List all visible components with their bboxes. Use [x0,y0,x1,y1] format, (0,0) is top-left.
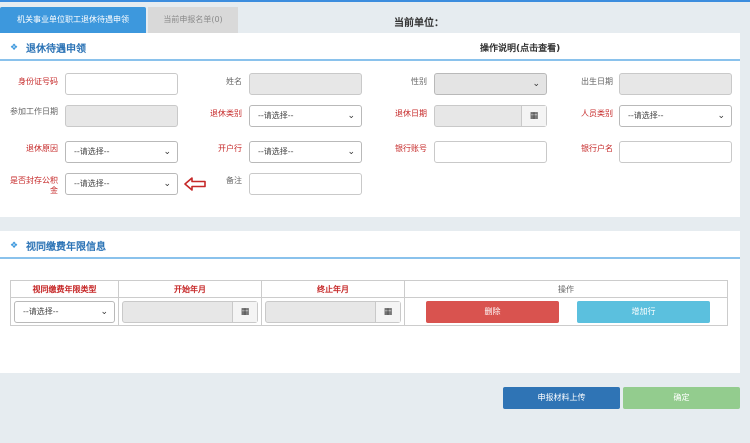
id-number-label: 身份证号码 [18,77,58,86]
chevron-down-icon: ⌄ [347,111,355,121]
add-row-button[interactable]: 增加行 [577,301,710,323]
name-label: 姓名 [226,77,242,86]
contribution-section-header: ❖ 视同缴费年限信息 [0,231,740,259]
work-start-date-label: 参加工作日期 [10,107,58,116]
account-name-label: 银行户名 [581,144,613,153]
table-header-row: 视同缴费年限类型 开始年月 终止年月 操作 [10,280,728,298]
remarks-label: 备注 [226,176,242,185]
retire-date-label: 退休日期 [395,109,427,118]
retire-reason-value: --请选择-- [74,147,110,156]
chevron-down-icon: ⌄ [717,111,725,121]
column-header: 终止年月 [261,280,405,298]
start-month-input[interactable]: ▦ [122,301,258,323]
chevron-down-icon: ⌄ [532,79,540,89]
name-input[interactable] [249,73,362,95]
contribution-type-value: --请选择-- [23,307,59,316]
upload-materials-button[interactable]: 申报材料上传 [503,387,620,409]
gender-select[interactable]: ⌄ [434,73,547,95]
instructions-link[interactable]: 操作说明(点击查看) [480,41,560,54]
retire-reason-select[interactable]: --请选择-- ⌄ [65,141,178,163]
contribution-table: 视同缴费年限类型 开始年月 终止年月 操作 --请选择-- ⌄ ▦ ▦ 删除 增加… [10,280,728,326]
retirement-section-header: ❖ 退休待遇申领 操作说明(点击查看) [0,33,740,61]
bank-account-label: 银行账号 [395,144,427,153]
column-header: 视同缴费年限类型 [10,280,119,298]
id-number-input[interactable] [65,73,178,95]
chevron-down-icon: ⌄ [163,147,171,157]
person-type-label: 人员类别 [581,109,613,118]
calendar-icon[interactable]: ▦ [375,302,400,322]
delete-row-button[interactable]: 删除 [426,301,559,323]
tab-bar: 机关事业单位职工退休待遇申领 当前申报名单(0) [0,7,238,33]
calendar-icon[interactable]: ▦ [232,302,257,322]
tab-retirement-application[interactable]: 机关事业单位职工退休待遇申领 [0,7,146,33]
person-type-value: --请选择-- [628,111,664,120]
account-name-input[interactable] [619,141,732,163]
housing-fund-label: 是否封存公积金 [10,176,58,195]
confirm-button[interactable]: 确定 [623,387,740,409]
bank-value: --请选择-- [258,147,294,156]
section-title: 退休待遇申领 [26,44,86,55]
calendar-icon[interactable]: ▦ [521,106,546,126]
gender-label: 性别 [411,77,427,86]
work-start-date-input[interactable] [65,105,178,127]
diamond-icon: ❖ [10,241,19,251]
column-header: 操作 [404,280,728,298]
chevron-down-icon: ⌄ [100,307,108,317]
birth-date-label: 出生日期 [581,77,613,86]
housing-fund-select[interactable]: --请选择-- ⌄ [65,173,178,195]
bank-account-input[interactable] [434,141,547,163]
section-title: 视同缴费年限信息 [26,242,106,253]
column-header: 开始年月 [118,280,262,298]
contribution-type-select[interactable]: --请选择-- ⌄ [14,301,115,323]
chevron-down-icon: ⌄ [347,147,355,157]
remarks-input[interactable] [249,173,362,195]
tab-current-list[interactable]: 当前申报名单(0) [148,7,238,33]
bank-label: 开户行 [218,144,242,153]
retire-type-value: --请选择-- [258,111,294,120]
retire-date-input[interactable]: ▦ [434,105,547,127]
current-unit-label: 当前单位： [394,18,444,29]
end-month-input[interactable]: ▦ [265,301,401,323]
top-accent-line [0,0,750,2]
table-row: --请选择-- ⌄ ▦ ▦ 删除 增加行 [10,297,728,326]
housing-fund-value: --请选择-- [74,179,110,188]
retire-type-label: 退休类别 [210,109,242,118]
retire-type-select[interactable]: --请选择-- ⌄ [249,105,362,127]
person-type-select[interactable]: --请选择-- ⌄ [619,105,732,127]
retire-reason-label: 退休原因 [26,144,58,153]
chevron-down-icon: ⌄ [163,179,171,189]
birth-date-input[interactable] [619,73,732,95]
bank-select[interactable]: --请选择-- ⌄ [249,141,362,163]
contribution-years-panel: ❖ 视同缴费年限信息 视同缴费年限类型 开始年月 终止年月 操作 --请选择--… [0,231,740,373]
diamond-icon: ❖ [10,43,19,53]
